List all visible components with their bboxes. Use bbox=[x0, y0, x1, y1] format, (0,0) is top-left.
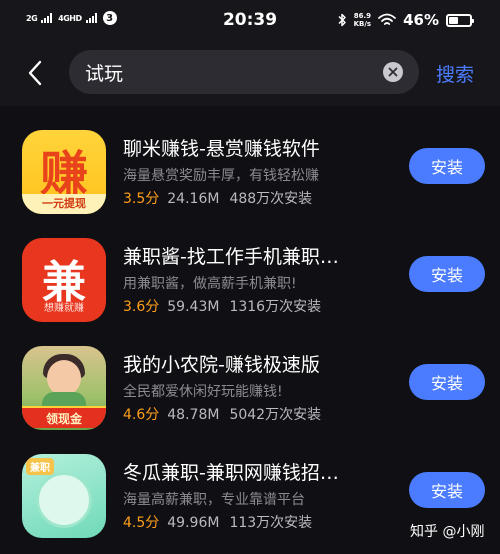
battery-fill bbox=[449, 16, 459, 24]
app-icon-xiaonongyuan[interactable]: 领现金 bbox=[22, 346, 106, 430]
app-title: 兼职酱-找工作手机兼职… bbox=[123, 246, 339, 268]
app-title: 聊米赚钱-悬赏赚钱软件 bbox=[123, 138, 320, 160]
app-description: 全民都爱休闲好玩能赚钱! bbox=[123, 384, 283, 400]
install-button[interactable]: 安装 bbox=[409, 364, 485, 400]
app-installs: 1316万次安装 bbox=[229, 299, 322, 315]
clear-search-button[interactable] bbox=[383, 62, 403, 82]
app-icon-caption: 兼职 bbox=[26, 458, 54, 475]
app-rating: 4.6分 bbox=[123, 407, 160, 423]
app-description: 用兼职酱，做高薪手机兼职! bbox=[123, 276, 297, 292]
install-button[interactable]: 安装 bbox=[409, 472, 485, 508]
app-list-item[interactable]: 领现金 我的小农院-赚钱极速版 全民都爱休闲好玩能赚钱! 4.6分 48.78M 5… bbox=[0, 346, 500, 454]
app-meta: 3.5分 24.16M 488万次安装 bbox=[123, 188, 312, 208]
app-icon-donggua[interactable]: 兼职 bbox=[22, 454, 106, 538]
app-size: 49.96M bbox=[167, 515, 220, 531]
app-icon-jianzhijiang[interactable]: 兼 想赚就赚 bbox=[22, 238, 106, 322]
app-installs: 113万次安装 bbox=[229, 515, 313, 531]
search-button[interactable]: 搜索 bbox=[436, 60, 474, 87]
app-meta: 4.6分 48.78M 5042万次安装 bbox=[123, 404, 321, 424]
app-rating: 4.5分 bbox=[123, 515, 160, 531]
search-input[interactable] bbox=[85, 58, 375, 86]
app-installs: 5042万次安装 bbox=[229, 407, 322, 423]
app-meta: 4.5分 49.96M 113万次安装 bbox=[123, 512, 312, 532]
chevron-left-icon bbox=[28, 60, 42, 86]
app-rating: 3.6分 bbox=[123, 299, 160, 315]
back-button[interactable] bbox=[20, 56, 50, 90]
app-size: 59.43M bbox=[167, 299, 220, 315]
app-description: 海量高薪兼职，专业靠谱平台 bbox=[123, 492, 305, 508]
net-speed-value: 86.9 bbox=[353, 12, 371, 20]
watermark: 知乎 @小刚 bbox=[410, 524, 485, 540]
app-installs: 488万次安装 bbox=[229, 191, 313, 207]
wifi-icon bbox=[378, 13, 396, 25]
status-right: 86.9 KB/s 46% bbox=[337, 11, 474, 29]
battery-percent: 46% bbox=[403, 11, 439, 29]
app-size: 24.16M bbox=[167, 191, 220, 207]
net-speed-unit: KB/s bbox=[353, 20, 372, 28]
close-icon bbox=[388, 67, 398, 77]
app-size: 48.78M bbox=[167, 407, 220, 423]
search-header: 搜索 bbox=[0, 40, 500, 106]
app-icon-liaomi[interactable]: 赚 一元提现 bbox=[22, 130, 106, 214]
app-meta: 3.6分 59.43M 1316万次安装 bbox=[123, 296, 321, 316]
net-speed: 86.9 KB/s bbox=[354, 12, 371, 28]
melon-icon bbox=[36, 472, 92, 528]
status-bar: 2G 4GHD 3 20:39 86.9 KB/s 46% bbox=[0, 0, 500, 40]
install-button[interactable]: 安装 bbox=[409, 256, 485, 292]
search-box[interactable] bbox=[69, 50, 419, 94]
app-title: 我的小农院-赚钱极速版 bbox=[123, 354, 320, 376]
app-list-item[interactable]: 赚 一元提现 聊米赚钱-悬赏赚钱软件 海量悬赏奖励丰厚，有钱轻松赚 3.5分 24… bbox=[0, 130, 500, 238]
bluetooth-icon bbox=[338, 13, 346, 27]
app-icon-caption: 领现金 bbox=[22, 406, 106, 428]
app-rating: 3.5分 bbox=[123, 191, 160, 207]
app-icon-caption: 想赚就赚 bbox=[44, 303, 84, 314]
app-list-item[interactable]: 兼 想赚就赚 兼职酱-找工作手机兼职… 用兼职酱，做高薪手机兼职! 3.6分 59… bbox=[0, 238, 500, 346]
battery-icon bbox=[446, 13, 474, 27]
app-icon-caption: 一元提现 bbox=[22, 194, 106, 214]
app-title: 冬瓜兼职-兼职网赚钱招… bbox=[123, 462, 339, 484]
app-description: 海量悬赏奖励丰厚，有钱轻松赚 bbox=[123, 168, 319, 184]
install-button[interactable]: 安装 bbox=[409, 148, 485, 184]
character-face bbox=[47, 360, 81, 396]
